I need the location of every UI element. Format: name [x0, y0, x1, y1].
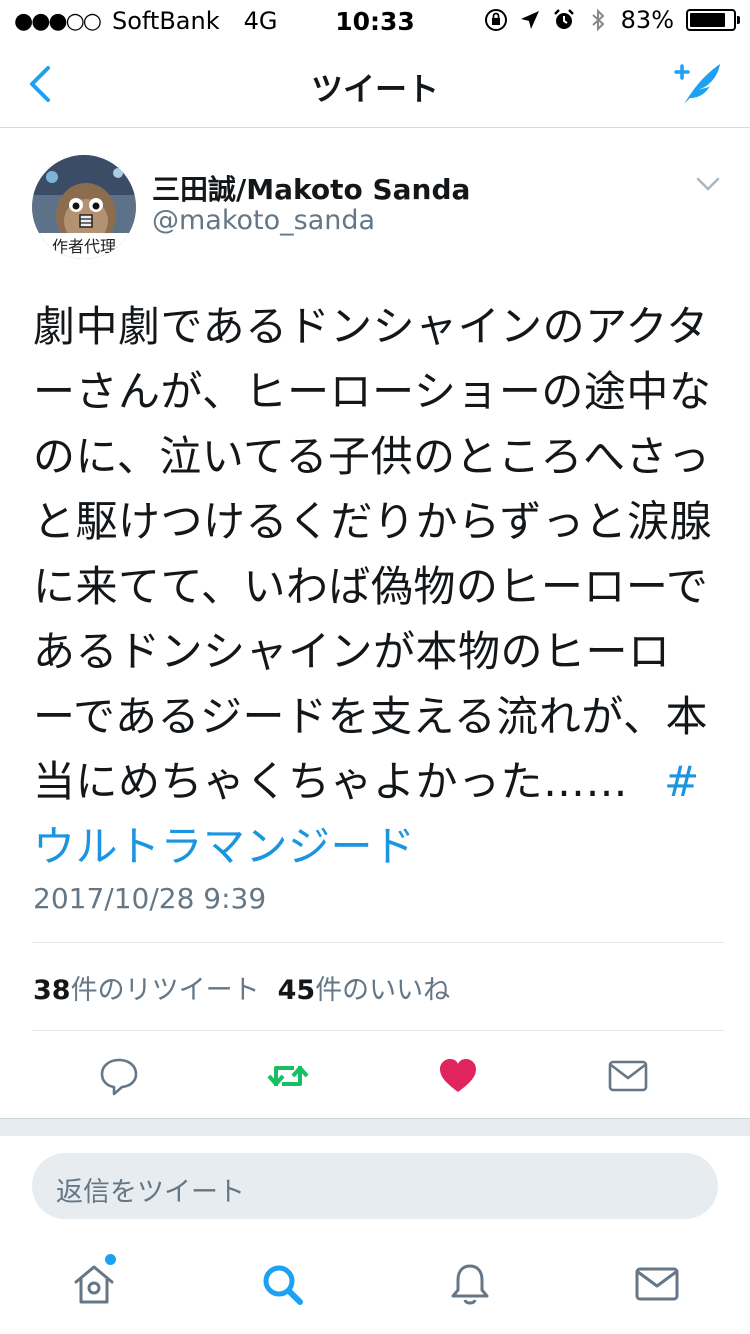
author-name[interactable]: 三田誠/Makoto Sanda — [152, 168, 470, 208]
battery-level — [690, 13, 725, 27]
tweet-body: 劇中劇であるドンシャインのアクターさんが、ヒーローショーの途中なのに、泣いてる子… — [33, 302, 713, 806]
status-right: 83% — [483, 6, 740, 34]
home-icon[interactable] — [70, 1260, 118, 1308]
reply-icon[interactable] — [97, 1054, 141, 1098]
navigation-bar: ツイート — [0, 40, 750, 128]
author-handle[interactable]: @makoto_sanda — [152, 205, 375, 236]
divider — [32, 942, 724, 943]
page-title: ツイート — [310, 70, 439, 108]
notifications-icon[interactable] — [446, 1260, 494, 1308]
share-mail-icon[interactable] — [606, 1054, 650, 1098]
tweet-timestamp[interactable]: 2017/10/28 9:39 — [33, 882, 266, 915]
compose-tweet-icon[interactable] — [670, 58, 726, 110]
avatar-image: 作者代理 — [32, 155, 136, 259]
alarm-icon — [553, 9, 574, 29]
battery-icon — [686, 9, 740, 31]
divider — [32, 1030, 724, 1031]
orientation-lock-icon — [484, 9, 507, 31]
avatar[interactable]: 作者代理 — [32, 155, 136, 259]
tab-bar — [0, 1236, 750, 1334]
status-bar: ●●●○○ SoftBank 4G 10:33 83% — [0, 0, 750, 40]
heart-icon[interactable] — [436, 1054, 480, 1098]
location-arrow-icon — [520, 11, 539, 29]
section-separator — [0, 1118, 750, 1136]
battery-percent: 83% — [620, 6, 674, 34]
retweet-count: 38 — [33, 975, 71, 1006]
like-count: 45 — [277, 975, 316, 1006]
tweet-text: 劇中劇であるドンシャインのアクターさんが、ヒーローショーの途中なのに、泣いてる子… — [33, 294, 713, 879]
tweet-actions — [0, 1046, 750, 1106]
retweet-label: 件のリツイート — [70, 975, 260, 1006]
chevron-down-icon[interactable] — [694, 172, 722, 196]
avatar-caption: 作者代理 — [52, 237, 116, 256]
like-stat[interactable]: 45件のいいね — [278, 975, 451, 1006]
messages-icon[interactable] — [633, 1260, 681, 1308]
search-icon[interactable] — [258, 1260, 306, 1308]
like-label: 件のいいね — [315, 975, 451, 1006]
bluetooth-icon — [591, 8, 605, 32]
reply-input[interactable]: 返信をツイート — [32, 1153, 718, 1219]
engagement-stats: 38件のリツイート 45件のいいね — [33, 968, 450, 1007]
retweet-stat[interactable]: 38件のリツイート — [33, 975, 260, 1006]
home-unread-dot — [105, 1254, 116, 1265]
retweet-icon[interactable] — [266, 1054, 310, 1098]
reply-placeholder: 返信をツイート — [56, 1177, 245, 1208]
